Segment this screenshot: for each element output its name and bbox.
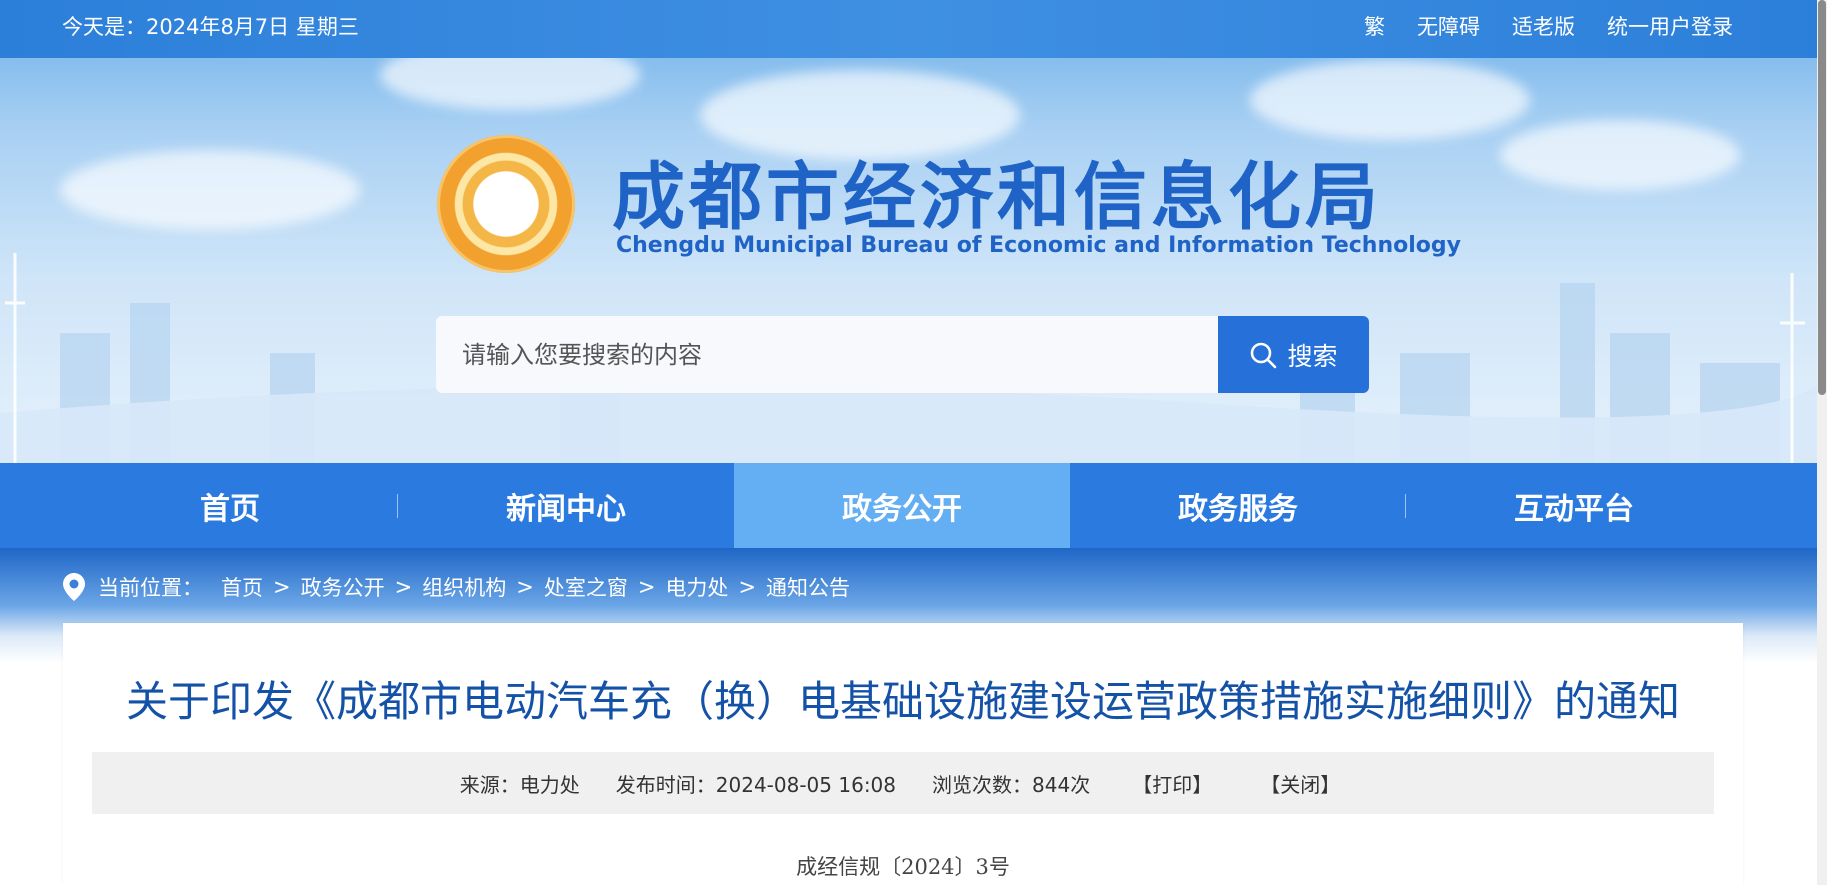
elderly-mode-link[interactable]: 适老版 (1512, 11, 1575, 41)
emblem-logo-icon (437, 135, 575, 273)
close-button[interactable]: 【关闭】 (1260, 769, 1340, 798)
cloud-decoration (1250, 60, 1530, 140)
article-card: 关于印发《成都市电动汽车充（换）电基础设施建设运营政策措施实施细则》的通知 来源… (63, 623, 1743, 885)
nav-item-interaction[interactable]: 互动平台 (1406, 463, 1742, 548)
traditional-chinese-link[interactable]: 繁 (1364, 11, 1385, 41)
breadcrumb-separator: > (637, 575, 656, 599)
nav-item-label: 新闻中心 (506, 491, 626, 527)
site-title-en: Chengdu Municipal Bureau of Economic and… (616, 233, 1461, 258)
accessibility-link[interactable]: 无障碍 (1417, 11, 1480, 41)
nav-item-label: 互动平台 (1514, 491, 1634, 527)
nav-item-label: 政务公开 (842, 491, 962, 527)
header-banner: 今天是：2024年8月7日 星期三 繁 无障碍 适老版 统一用户登录 成都市经济… (0, 0, 1827, 463)
nav-item-label: 首页 (200, 491, 260, 527)
location-pin-icon (63, 573, 85, 601)
document-number: 成经信规〔2024〕3号 (796, 855, 1010, 879)
current-date: 今天是：2024年8月7日 星期三 (62, 15, 359, 39)
page-scrollbar[interactable] (1817, 0, 1827, 885)
breadcrumb-separator: > (394, 575, 413, 599)
breadcrumb-item-power-division[interactable]: 电力处 (665, 572, 728, 602)
cloud-decoration (1500, 120, 1740, 190)
breadcrumb: 当前位置： 首页 > 政务公开 > 组织机构 > 处室之窗 > 电力处 > 通知… (62, 572, 850, 602)
breadcrumb-item-departments[interactable]: 处室之窗 (544, 572, 628, 602)
search-input[interactable] (436, 316, 1219, 393)
nav-item-home[interactable]: 首页 (62, 463, 398, 548)
top-links: 繁 无障碍 适老版 统一用户登录 (1364, 11, 1733, 41)
search-icon (1251, 342, 1277, 368)
breadcrumb-item-notices[interactable]: 通知公告 (766, 572, 850, 602)
breadcrumb-item-organization[interactable]: 组织机构 (422, 572, 506, 602)
nav-item-government-affairs[interactable]: 政务公开 (734, 463, 1070, 548)
print-button[interactable]: 【打印】 (1132, 769, 1212, 798)
breadcrumb-item-government-affairs[interactable]: 政务公开 (301, 572, 385, 602)
page: 今天是：2024年8月7日 星期三 繁 无障碍 适老版 统一用户登录 成都市经济… (0, 0, 1827, 885)
article-view-count: 浏览次数：844次 (932, 772, 1091, 797)
breadcrumb-label: 当前位置： (98, 576, 203, 600)
unified-login-link[interactable]: 统一用户登录 (1607, 11, 1733, 41)
site-title-cn: 成都市经济和信息化局 (612, 155, 1382, 240)
article-source: 来源：电力处 (459, 772, 580, 797)
nav-item-label: 政务服务 (1178, 491, 1298, 527)
article-publish-time: 发布时间：2024-08-05 16:08 (615, 772, 897, 797)
breadcrumb-separator: > (738, 575, 757, 599)
breadcrumb-separator: > (516, 575, 534, 599)
top-bar: 今天是：2024年8月7日 星期三 繁 无障碍 适老版 统一用户登录 (0, 0, 1827, 58)
cloud-decoration (60, 150, 360, 230)
scrollbar-thumb[interactable] (1818, 0, 1826, 395)
main-nav: 首页 新闻中心 政务公开 政务服务 互动平台 (0, 463, 1827, 548)
breadcrumb-item-home[interactable]: 首页 (221, 572, 263, 602)
breadcrumb-separator: > (273, 575, 291, 599)
search-button[interactable]: 搜索 (1218, 316, 1369, 393)
article-meta-bar: 来源：电力处 发布时间：2024-08-05 16:08 浏览次数：844次 【… (92, 752, 1714, 814)
search-button-label: 搜索 (1287, 341, 1338, 371)
nav-item-news[interactable]: 新闻中心 (398, 463, 734, 548)
nav-item-services[interactable]: 政务服务 (1070, 463, 1406, 548)
article-title: 关于印发《成都市电动汽车充（换）电基础设施建设运营政策措施实施细则》的通知 (125, 677, 1680, 726)
